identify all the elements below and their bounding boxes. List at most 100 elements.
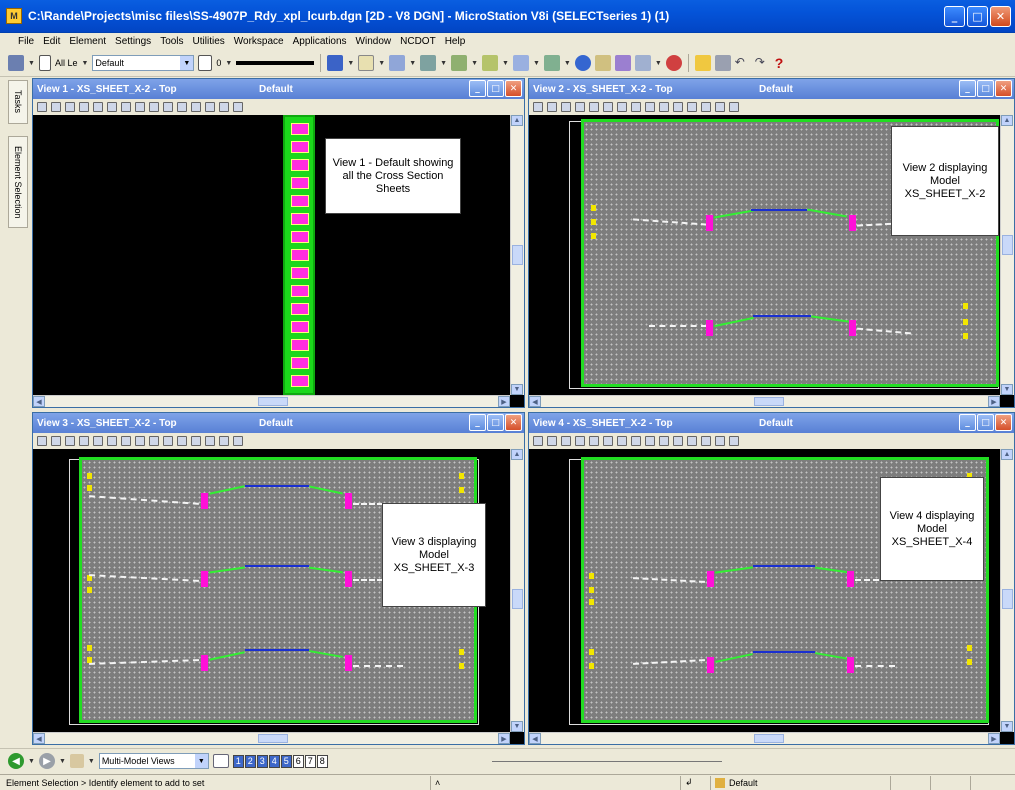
design-file-icon[interactable] [970, 775, 992, 790]
help-icon[interactable]: ? [775, 55, 791, 71]
back-dropdown-icon[interactable]: ▼ [28, 758, 35, 765]
models-icon[interactable] [69, 754, 84, 768]
element-selection-icon[interactable] [8, 55, 24, 71]
place-text-icon[interactable] [358, 55, 375, 71]
menu-ncdot[interactable]: NCDOT [400, 36, 436, 47]
menu-settings[interactable]: Settings [115, 36, 151, 47]
menu-help[interactable]: Help [445, 36, 466, 47]
patterns-icon[interactable] [420, 55, 437, 71]
view-2-close-button[interactable]: ✕ [995, 80, 1012, 97]
level-dropdown-icon[interactable]: ▼ [81, 60, 88, 67]
sparkle-icon[interactable] [512, 55, 529, 71]
grid-icon[interactable] [614, 55, 631, 71]
view-3-close-button[interactable]: ✕ [505, 414, 522, 431]
references-icon[interactable] [543, 55, 560, 71]
menu-applications[interactable]: Applications [293, 36, 347, 47]
cells-icon[interactable] [389, 55, 406, 71]
forward-dropdown-icon[interactable]: ▼ [59, 758, 66, 765]
view-window-1[interactable]: View 1 - XS_SHEET_X-2 - Top Default _ □ ✕ … [32, 78, 525, 408]
view-3-vertical-scrollbar[interactable]: ▲ ▼ [510, 449, 524, 732]
view-4-title-bar[interactable]: View 4 - XS_SHEET_X-2 - Top Default _ □ ✕ [529, 413, 1014, 433]
lock-toggle-icon[interactable]: ↲ [680, 775, 710, 790]
menu-utilities[interactable]: Utilities [193, 36, 225, 47]
view-2-canvas[interactable]: View 2 displaying Model XS_SHEET_X-2 [529, 115, 1000, 395]
view-2-minimize-button[interactable]: _ [959, 80, 976, 97]
view-4-vertical-scrollbar[interactable]: ▲ ▼ [1000, 449, 1014, 732]
menu-file[interactable]: File [18, 36, 34, 47]
view-window-3[interactable]: View 3 - XS_SHEET_X-2 - Top Default _ □ ✕ [32, 412, 525, 745]
menu-edit[interactable]: Edit [43, 36, 60, 47]
view-3-title-bar[interactable]: View 3 - XS_SHEET_X-2 - Top Default _ □ ✕ [33, 413, 524, 433]
menu-window[interactable]: Window [356, 36, 392, 47]
view-4-minimize-button[interactable]: _ [959, 414, 976, 431]
dropdown-icon[interactable]: ▼ [440, 60, 447, 67]
view-toggle-3[interactable]: 3 [256, 754, 268, 768]
menu-tools[interactable]: Tools [160, 36, 183, 47]
view-toggle-7[interactable]: 7 [304, 754, 316, 768]
view-4-maximize-button[interactable]: □ [977, 414, 994, 431]
dropdown-icon[interactable]: ▼ [378, 60, 385, 67]
view-toggle-1[interactable]: 1 [232, 754, 244, 768]
undo-icon[interactable]: ↶ [735, 55, 751, 71]
snap-icon[interactable] [594, 55, 611, 71]
back-arrow-icon[interactable]: ◀ [8, 753, 24, 769]
view-1-title-bar[interactable]: View 1 - XS_SHEET_X-2 - Top Default _ □ ✕ [33, 79, 524, 99]
view-4-canvas[interactable]: View 4 displaying Model XS_SHEET_X-4 [529, 449, 1000, 732]
chevron-down-icon[interactable]: ▼ [180, 56, 194, 70]
dropdown-icon[interactable]: ▼ [409, 60, 416, 67]
view-4-horizontal-scrollbar[interactable]: ◀ ▶ [529, 732, 1000, 744]
view-1-minimize-button[interactable]: _ [469, 80, 486, 97]
view-4-close-button[interactable]: ✕ [995, 414, 1012, 431]
open-folder-icon[interactable] [694, 55, 711, 71]
tab-tasks[interactable]: Tasks [8, 80, 28, 124]
view-3-maximize-button[interactable]: □ [487, 414, 504, 431]
tab-element-selection[interactable]: Element Selection [8, 136, 28, 228]
dimensions-icon[interactable] [451, 55, 468, 71]
measure-icon[interactable] [482, 55, 499, 71]
view-toggle-8[interactable]: 8 [316, 754, 328, 768]
view-window-4[interactable]: View 4 - XS_SHEET_X-2 - Top Default _ □ ✕ … [528, 412, 1015, 745]
view-3-canvas[interactable]: View 3 displaying Model XS_SHEET_X-3 [33, 449, 510, 732]
dropdown-icon[interactable]: ▼ [471, 60, 478, 67]
menu-workspace[interactable]: Workspace [234, 36, 284, 47]
weight-dropdown-icon[interactable]: ▼ [225, 60, 232, 67]
redo-icon[interactable]: ↷ [755, 55, 771, 71]
view-window-2[interactable]: View 2 - XS_SHEET_X-2 - Top Default _ □ ✕ … [528, 78, 1015, 408]
view-2-title-bar[interactable]: View 2 - XS_SHEET_X-2 - Top Default _ □ ✕ [529, 79, 1014, 99]
minimize-button[interactable]: _ [944, 6, 965, 27]
dropdown-icon[interactable]: ▼ [655, 60, 662, 67]
view-attributes-icon[interactable] [634, 55, 651, 71]
view-3-horizontal-scrollbar[interactable]: ◀ ▶ [33, 732, 510, 744]
view-2-maximize-button[interactable]: □ [977, 80, 994, 97]
chevron-down-icon[interactable]: ▼ [194, 754, 208, 768]
view-toggle-6[interactable]: 6 [292, 754, 304, 768]
menu-element[interactable]: Element [69, 36, 106, 47]
line-style-icon[interactable] [198, 55, 213, 71]
forward-arrow-icon[interactable]: ▶ [38, 753, 55, 769]
element-info-icon[interactable] [327, 55, 344, 71]
dropdown-icon[interactable]: ▼ [502, 60, 509, 67]
view-toggle-2[interactable]: 2 [244, 754, 256, 768]
dropdown-icon[interactable]: ▼ [347, 60, 354, 67]
view-1-maximize-button[interactable]: □ [487, 80, 504, 97]
selection-dropdown-icon[interactable]: ▼ [28, 60, 35, 67]
view-groups-dialog-icon[interactable] [212, 754, 229, 768]
text-style-combo[interactable]: Default ▼ [92, 55, 195, 71]
close-button[interactable]: ✕ [990, 6, 1011, 27]
view-toggle-4[interactable]: 4 [268, 754, 280, 768]
dropdown-icon[interactable]: ▼ [533, 60, 540, 67]
view-1-canvas[interactable]: View 1 - Default showing all the Cross S… [33, 115, 510, 395]
view-2-horizontal-scrollbar[interactable]: ◀ ▶ [529, 395, 1000, 407]
models-dropdown-icon[interactable]: ▼ [88, 758, 95, 765]
maximize-button[interactable]: □ [967, 6, 988, 27]
info-icon[interactable] [574, 55, 591, 71]
view-1-vertical-scrollbar[interactable]: ▲ ▼ [510, 115, 524, 395]
view-3-minimize-button[interactable]: _ [469, 414, 486, 431]
active-level-field[interactable]: Default [710, 775, 890, 790]
view-2-vertical-scrollbar[interactable]: ▲ ▼ [1000, 115, 1014, 395]
view-1-close-button[interactable]: ✕ [505, 80, 522, 97]
print-icon[interactable] [714, 55, 731, 71]
view-toggle-5[interactable]: 5 [280, 754, 292, 768]
line-weight-swatch[interactable] [236, 56, 315, 70]
view-1-horizontal-scrollbar[interactable]: ◀ ▶ [33, 395, 510, 407]
